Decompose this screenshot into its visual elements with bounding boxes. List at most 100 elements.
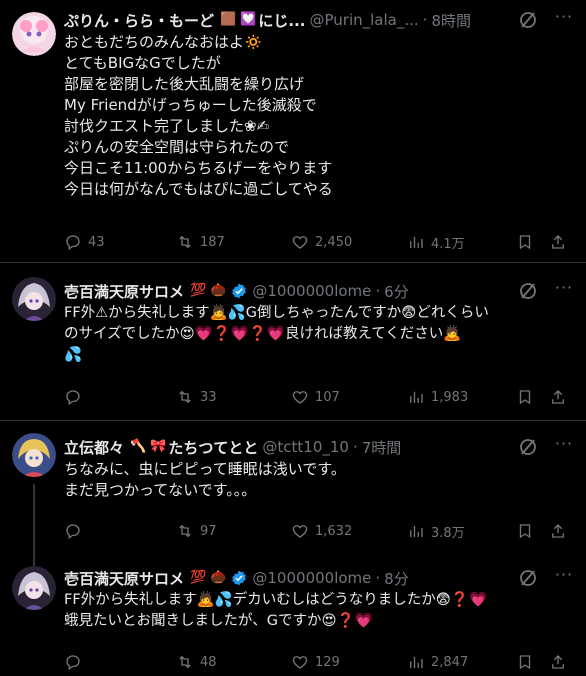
tweet-actions: 48 129 2,847 (64, 652, 574, 672)
name-emoji: 💟 (240, 12, 257, 27)
share-icon (552, 235, 564, 249)
more-options-icon[interactable]: ··· (554, 567, 574, 588)
user-handle[interactable]: @Purin_lala_... (310, 11, 419, 29)
share-icon (552, 655, 564, 669)
share-button[interactable] (549, 388, 573, 406)
tweet-line: まだ見つかってないです。。。 (64, 481, 257, 499)
tweet-text: FF外から失礼します🙇💦デカいむしはどうなりましたか😨❓💗 蛾見たいとお聞きしま… (64, 590, 574, 632)
views-icon (410, 236, 423, 248)
tweet-actions: 97 1,632 3.8万 (64, 521, 574, 541)
share-icon (552, 390, 564, 404)
tweet-line: 部屋を密閉した後大乱闘を繰り広げ (64, 75, 305, 93)
timestamp[interactable]: 6分 (384, 281, 409, 301)
verified-badge-icon[interactable] (230, 569, 248, 587)
like-button[interactable]: 129 (291, 653, 340, 671)
repost-button[interactable]: 33 (176, 388, 217, 406)
tweet-line: ちなみに、虫にピピって睡眠は浅いです。 (64, 460, 346, 478)
tweet-line: 討伐クエスト完了しました❀✍ (64, 117, 270, 135)
avatar[interactable] (12, 277, 56, 321)
tweet-header: ぷりん・らら・もーど 🟫 💟 にじ... @Purin_lala_... · 8… (64, 10, 574, 30)
views-button[interactable]: 1,983 (407, 388, 468, 406)
share-button[interactable] (549, 233, 573, 251)
like-button[interactable]: 1,632 (291, 522, 352, 540)
avatar[interactable] (12, 433, 56, 477)
verified-badge-icon[interactable] (230, 282, 248, 300)
grok-icon[interactable] (518, 437, 538, 457)
tweet-2[interactable]: 壱百満天原サロメ 💯 🌰 @1000000lome · 6分 ··· FF外⚠か… (0, 263, 586, 421)
display-name[interactable]: 立伝都々 (64, 437, 124, 457)
like-count: 1,632 (315, 523, 353, 539)
grok-icon[interactable] (518, 281, 538, 301)
tweet-line: My Friendがげっちゅーした後滅殺で (64, 96, 317, 114)
timestamp[interactable]: 8時間 (431, 10, 471, 30)
view-count: 4.1万 (431, 236, 465, 252)
tweet-text: FF外⚠から失礼します🙇💦G倒しちゃったんですか😨どれくらい のサイズでしたか😍… (64, 303, 574, 366)
repost-count: 48 (200, 654, 217, 670)
tweet-line: FF外から失礼します🙇💦デカいむしはどうなりましたか😨❓💗 (64, 592, 488, 608)
display-name-suffix[interactable]: にじ... (258, 10, 305, 30)
reply-button[interactable]: 43 (64, 233, 105, 251)
name-emoji: 🌰 (210, 570, 227, 585)
display-name-suffix[interactable]: たちつてとと (168, 437, 258, 457)
reply-button[interactable] (64, 388, 88, 406)
reply-icon (66, 524, 80, 540)
avatar[interactable] (12, 566, 56, 610)
tweet-text: おともだちのみんなおはよ🔅 とてもBIGなGでしたが 部屋を密閉した後大乱闘を繰… (64, 32, 574, 200)
name-emoji: 💯 (190, 283, 207, 298)
bookmark-button[interactable] (516, 233, 540, 251)
grok-icon[interactable] (518, 568, 538, 588)
like-count: 107 (315, 389, 340, 405)
like-button[interactable]: 2,450 (291, 233, 352, 251)
views-icon (410, 525, 423, 537)
repost-count: 187 (200, 234, 225, 250)
avatar[interactable] (12, 12, 56, 56)
more-options-icon[interactable]: ··· (554, 9, 574, 30)
heart-icon (292, 525, 308, 538)
heart-icon (292, 656, 308, 669)
tweet-text: ちなみに、虫にピピって睡眠は浅いです。 まだ見つかってないです。。。 (64, 459, 574, 501)
tweet-line: おともだちのみんなおはよ🔅 (64, 33, 263, 51)
bookmark-icon (519, 235, 531, 250)
views-button[interactable]: 3.8万 (407, 522, 465, 541)
share-button[interactable] (549, 653, 573, 671)
reply-button[interactable] (64, 653, 88, 671)
bookmark-button[interactable] (516, 388, 540, 406)
repost-button[interactable]: 97 (176, 522, 217, 540)
tweet-3[interactable]: 立伝都々 🪓 🎀 たちつてとと @tctt10_10 · 7時間 ··· ちなみ… (0, 421, 586, 556)
heart-icon (292, 236, 308, 249)
user-handle[interactable]: @tctt10_10 (262, 438, 349, 456)
reply-icon (66, 390, 80, 406)
tweet-actions: 33 107 1,983 (64, 387, 574, 407)
tweet-4[interactable]: 壱百満天原サロメ 💯 🌰 @1000000lome · 8分 ··· FF外から… (0, 556, 586, 676)
tweet-header: 壱百満天原サロメ 💯 🌰 @1000000lome · 8分 (64, 568, 574, 588)
display-name[interactable]: 壱百満天原サロメ (64, 281, 184, 301)
more-options-icon[interactable]: ··· (554, 436, 574, 457)
more-options-icon[interactable]: ··· (554, 280, 574, 301)
tweet-line: ぷりんの安全空間は守られたので (64, 138, 290, 156)
separator-dot: · (375, 569, 381, 587)
views-button[interactable]: 4.1万 (407, 233, 465, 252)
bookmark-button[interactable] (516, 522, 540, 540)
tweet-header: 壱百満天原サロメ 💯 🌰 @1000000lome · 6分 (64, 281, 574, 301)
bookmark-button[interactable] (516, 653, 540, 671)
grok-icon[interactable] (518, 10, 538, 30)
share-button[interactable] (549, 522, 573, 540)
timestamp[interactable]: 8分 (384, 568, 409, 588)
user-handle[interactable]: @1000000lome (252, 282, 371, 300)
display-name[interactable]: 壱百満天原サロメ (64, 568, 184, 588)
tweet-header: 立伝都々 🪓 🎀 たちつてとと @tctt10_10 · 7時間 (64, 437, 574, 457)
reply-button[interactable] (64, 522, 88, 540)
view-count: 1,983 (431, 389, 469, 405)
display-name[interactable]: ぷりん・らら・もーど (64, 10, 214, 30)
repost-button[interactable]: 187 (176, 233, 225, 251)
tweet-1[interactable]: ぷりん・らら・もーど 🟫 💟 にじ... @Purin_lala_... · 8… (0, 0, 586, 270)
tweet-line: 今日こそ11:00からちるげーをやります (64, 159, 333, 177)
repost-button[interactable]: 48 (176, 653, 217, 671)
like-count: 2,450 (315, 234, 353, 250)
views-button[interactable]: 2,847 (407, 653, 468, 671)
user-handle[interactable]: @1000000lome (252, 569, 371, 587)
timestamp[interactable]: 7時間 (362, 437, 402, 457)
views-icon (410, 391, 423, 403)
views-icon (410, 656, 423, 668)
like-button[interactable]: 107 (291, 388, 340, 406)
